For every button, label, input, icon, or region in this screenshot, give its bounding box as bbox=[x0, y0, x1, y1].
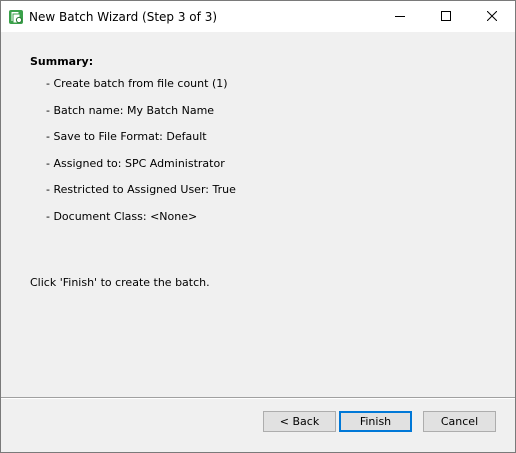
summary-item-document-class: - Document Class: <None> bbox=[46, 209, 198, 223]
summary-item-batch-name: - Batch name: My Batch Name bbox=[46, 103, 215, 117]
summary-item-assigned-to: - Assigned to: SPC Administrator bbox=[46, 156, 225, 170]
summary-heading: Summary: bbox=[30, 55, 94, 68]
maximize-button[interactable] bbox=[423, 1, 469, 32]
back-button[interactable]: < Back bbox=[263, 411, 336, 432]
wizard-window: New Batch Wizard (Step 3 of 3) Summary: … bbox=[0, 0, 516, 453]
summary-list: - Create batch from file count (1) - Bat… bbox=[46, 76, 236, 235]
summary-item-restricted: - Restricted to Assigned User: True bbox=[46, 183, 236, 196]
maximize-icon bbox=[441, 11, 451, 21]
cancel-button[interactable]: Cancel bbox=[423, 411, 496, 432]
close-icon bbox=[487, 11, 497, 21]
wizard-footer: < Back Finish Cancel bbox=[1, 399, 515, 452]
title-bar[interactable]: New Batch Wizard (Step 3 of 3) bbox=[1, 1, 515, 32]
summary-item-file-format: - Save to File Format: Default bbox=[46, 130, 207, 143]
finish-hint-text: Click 'Finish' to create the batch. bbox=[30, 276, 210, 289]
minimize-icon bbox=[395, 16, 405, 17]
wizard-content: Summary: - Create batch from file count … bbox=[1, 32, 515, 397]
window-title: New Batch Wizard (Step 3 of 3) bbox=[29, 10, 218, 24]
summary-item-file-count: - Create batch from file count (1) bbox=[46, 77, 228, 90]
batch-wizard-app-icon bbox=[8, 9, 24, 25]
minimize-button[interactable] bbox=[377, 1, 423, 32]
close-button[interactable] bbox=[469, 1, 515, 32]
finish-button[interactable]: Finish bbox=[339, 411, 412, 432]
